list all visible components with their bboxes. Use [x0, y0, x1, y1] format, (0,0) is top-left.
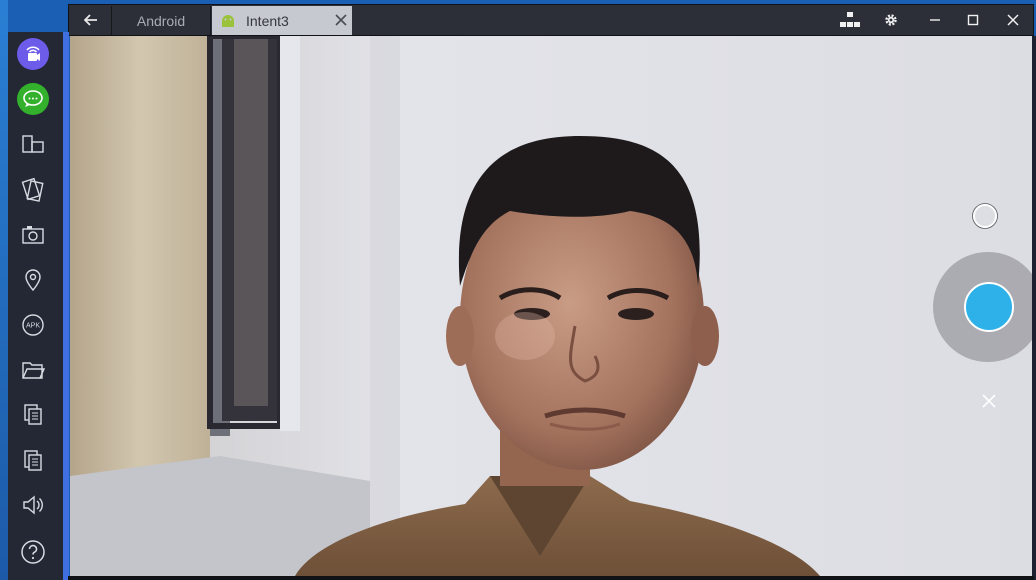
folder-icon — [22, 362, 45, 379]
tab-label: Android — [136, 12, 186, 29]
shake-icon — [21, 177, 44, 202]
close-window-button[interactable] — [997, 5, 1029, 35]
shutter-button[interactable] — [933, 252, 1036, 362]
sidebar-item-shake[interactable] — [16, 173, 50, 207]
copy-icon — [24, 404, 42, 425]
minimize-icon — [930, 19, 940, 21]
shutter-area — [933, 252, 1036, 362]
sidebar: APK — [8, 32, 69, 580]
keyboard-icon — [840, 12, 860, 27]
chat-icon — [17, 83, 49, 115]
sidebar-item-volume[interactable] — [16, 488, 50, 522]
sidebar-item-location[interactable] — [16, 263, 50, 297]
tab-android[interactable]: Android — [111, 6, 211, 35]
back-arrow-icon — [84, 14, 97, 26]
settings-button[interactable] — [875, 5, 907, 35]
paste-icon — [24, 450, 42, 471]
volume-icon — [23, 495, 43, 515]
sidebar-item-folder[interactable] — [16, 353, 50, 387]
close-icon — [1007, 14, 1019, 26]
sidebar-item-apk[interactable]: APK — [16, 308, 50, 342]
screenshot-camera-icon — [22, 226, 44, 244]
tab-intent3[interactable]: Intent3 — [212, 6, 352, 35]
camera-preview-image — [70, 36, 1032, 576]
broadcast-icon — [17, 38, 49, 70]
close-tab-icon[interactable] — [334, 13, 348, 27]
sidebar-item-rotate[interactable] — [16, 128, 50, 162]
cancel-button[interactable] — [980, 392, 998, 410]
desktop-edge — [0, 0, 8, 580]
rotate-screen-icon — [22, 135, 44, 153]
sidebar-item-paste[interactable] — [16, 443, 50, 477]
help-icon — [21, 540, 45, 564]
minimize-button[interactable] — [919, 5, 951, 35]
window-frame-bottom — [68, 576, 1034, 580]
maximize-button[interactable] — [957, 5, 989, 35]
android-icon — [222, 14, 234, 27]
back-button[interactable] — [73, 7, 109, 33]
apk-label: APK — [26, 323, 40, 330]
sidebar-item-help[interactable] — [16, 535, 50, 569]
location-icon — [25, 269, 41, 292]
camera-viewfinder — [70, 36, 1032, 576]
gear-icon — [885, 14, 897, 26]
window-frame-right — [1032, 36, 1036, 580]
keyboard-mapping-button[interactable] — [834, 5, 866, 35]
sidebar-item-broadcast[interactable] — [16, 37, 50, 71]
title-bar: Android Intent3 — [68, 4, 1034, 36]
circle-icon — [972, 203, 998, 229]
sidebar-item-copy[interactable] — [16, 398, 50, 432]
apk-icon: APK — [22, 314, 44, 336]
tab-label: Intent3 — [246, 12, 289, 29]
sidebar-item-chat[interactable] — [16, 82, 50, 116]
close-icon — [982, 394, 996, 408]
camera-switch-button[interactable] — [972, 203, 998, 229]
sidebar-item-screenshot[interactable] — [16, 218, 50, 252]
maximize-icon — [967, 14, 979, 26]
